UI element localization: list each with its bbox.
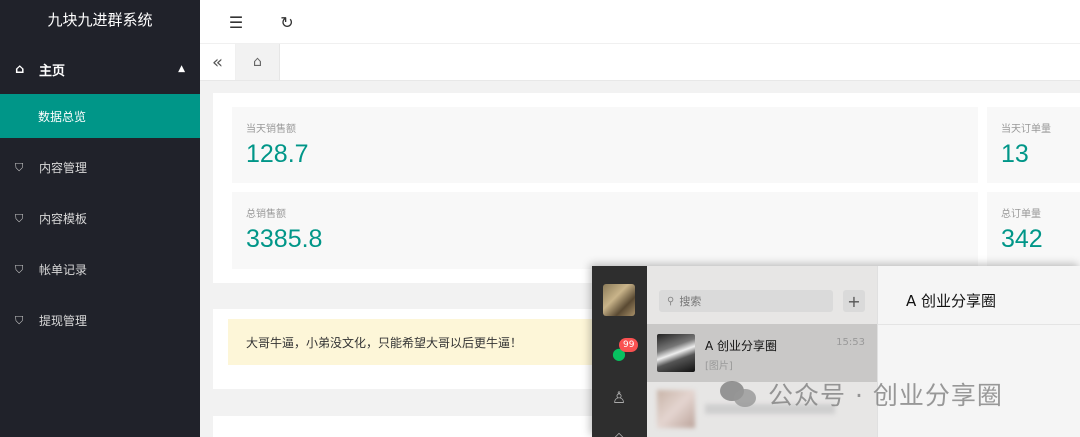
conversation-preview: [图片]: [705, 361, 733, 372]
add-button[interactable]: +: [843, 290, 865, 312]
sidebar-item-label: 主页: [39, 63, 66, 79]
tab-home[interactable]: ⌂: [236, 44, 280, 80]
app-title: 九块九进群系统: [47, 11, 153, 29]
stat-label: 当天销售额: [246, 124, 296, 135]
wechat-icon: [720, 379, 760, 409]
refresh-icon[interactable]: ↻: [267, 0, 307, 44]
top-header: ☰ ↻: [200, 0, 1080, 44]
stat-label: 总订单量: [1001, 209, 1041, 220]
box-icon[interactable]: ◇: [608, 426, 630, 437]
menu-collapse-icon[interactable]: ☰: [216, 0, 256, 44]
stat-label: 当天订单量: [1001, 124, 1051, 135]
sidebar-item-billing-records[interactable]: ⛉ 帐单记录: [0, 244, 200, 295]
sidebar-item-label: 提现管理: [39, 314, 88, 328]
sidebar-item-content-management[interactable]: ⛉ 内容管理: [0, 142, 200, 193]
stat-value: 342: [1001, 225, 1043, 253]
caret-up-icon: ▲: [178, 64, 185, 74]
stat-label: 总销售额: [246, 209, 286, 220]
shield-check-icon: ⛉: [15, 313, 24, 327]
conversation-name: A 创业分享圈: [705, 339, 778, 353]
stat-total-sales: 总销售额 3385.8: [232, 192, 978, 269]
stat-today-sales: 当天销售额 128.7: [232, 107, 978, 183]
avatar[interactable]: [603, 284, 635, 316]
divider: [878, 324, 1080, 325]
stat-value: 13: [1001, 140, 1029, 168]
search-icon: ⚲: [667, 295, 675, 307]
chat-sidebar: ● 99 ♙ ◇: [592, 266, 647, 437]
avatar: [657, 390, 695, 428]
search-placeholder: 搜索: [679, 295, 702, 308]
search-input[interactable]: ⚲ 搜索: [659, 290, 833, 312]
list-item[interactable]: A 创业分享圈 15:53 [图片]: [647, 324, 877, 382]
sidebar-item-data-overview[interactable]: 数据总览: [0, 94, 200, 138]
stat-today-orders: 当天订单量 13: [987, 107, 1080, 183]
shield-check-icon: ⛉: [15, 211, 24, 225]
watermark: 公众号 · 创业分享圈: [720, 376, 1003, 412]
chat-title: A 创业分享圈: [906, 292, 997, 310]
sidebar-item-label: 内容模板: [39, 212, 88, 226]
sidebar-item-label: 内容管理: [39, 161, 88, 175]
notice-banner: 大哥牛逼，小弟没文化，只能希望大哥以后更牛逼！: [228, 319, 608, 365]
stat-value: 3385.8: [246, 225, 323, 253]
double-chevron-left-icon[interactable]: «: [200, 44, 236, 80]
sidebar-item-home[interactable]: ⌂ 主页 ▲: [0, 44, 200, 94]
sidebar-item-label: 帐单记录: [39, 263, 88, 277]
avatar: [657, 334, 695, 372]
sidebar: 九块九进群系统 ⌂ 主页 ▲ 数据总览 ⛉ 内容管理 ⛉ 内容模板 ⛉ 帐单记录…: [0, 0, 200, 437]
watermark-text: 公众号 · 创业分享圈: [768, 381, 1003, 410]
sidebar-item-content-template[interactable]: ⛉ 内容模板: [0, 193, 200, 244]
home-icon: ⌂: [15, 61, 25, 77]
stat-total-orders: 总订单量 342: [987, 192, 1080, 269]
tab-bar: « ⌂: [200, 44, 1080, 81]
home-icon: ⌂: [253, 54, 262, 70]
sidebar-item-withdrawal-management[interactable]: ⛉ 提现管理: [0, 295, 200, 346]
contacts-icon[interactable]: ♙: [608, 386, 630, 408]
conversation-time: 15:53: [836, 337, 865, 348]
shield-check-icon: ⛉: [15, 262, 24, 276]
stat-value: 128.7: [246, 140, 309, 168]
unread-badge: 99: [619, 338, 639, 352]
shield-check-icon: ⛉: [15, 160, 24, 174]
